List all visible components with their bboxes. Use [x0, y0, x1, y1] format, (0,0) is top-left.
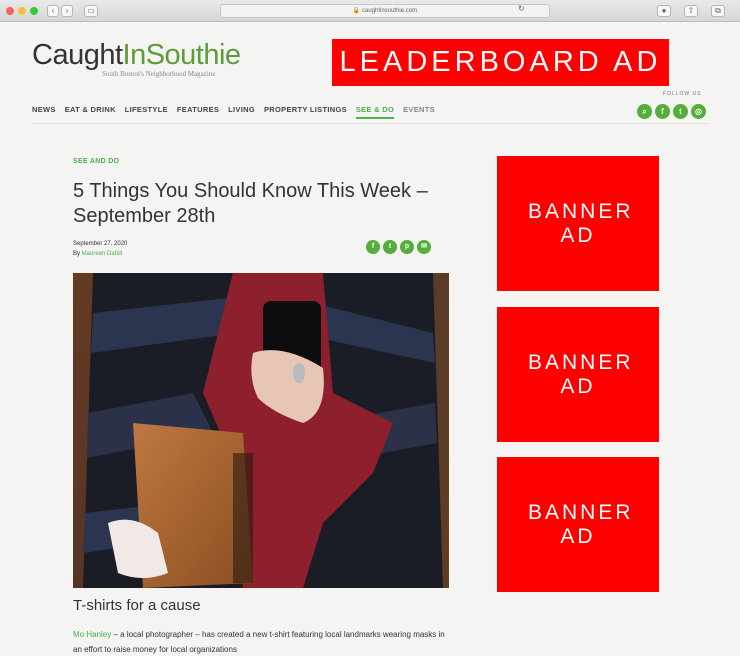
forward-button[interactable]: › [61, 5, 73, 17]
follow-us-label: FOLLOW US [663, 91, 702, 97]
nav-divider [32, 123, 708, 124]
nav-item-features[interactable]: FEATURES [177, 105, 219, 119]
email-icon[interactable]: ✉ [417, 240, 431, 254]
nav-item-living[interactable]: LIVING [228, 105, 255, 119]
address-bar[interactable]: 🔒 caughtinsouthie.com [220, 4, 550, 18]
back-button[interactable]: ‹ [47, 5, 59, 17]
main-nav: NEWS EAT & DRINK LIFESTYLE FEATURES LIVING PR… [32, 105, 632, 119]
body-link[interactable]: Mo Hanley [73, 630, 111, 639]
search-icon[interactable]: ⌕ [637, 104, 652, 119]
article-hero-image [73, 273, 449, 588]
site-page: CaughtInSouthie South Boston's Neighborh… [0, 22, 740, 656]
hero-photo [73, 273, 449, 588]
share-icon[interactable]: ⇧ [684, 5, 698, 17]
extension-icon[interactable]: ● [657, 5, 671, 17]
twitter-icon[interactable]: t [673, 104, 688, 119]
maximize-window-icon[interactable] [30, 7, 38, 15]
url-text: caughtinsouthie.com [362, 8, 418, 14]
nav-item-lifestyle[interactable]: LIFESTYLE [125, 105, 168, 119]
banner-ad-3[interactable]: BANNER AD [497, 457, 659, 592]
banner-ad-label: BANNER AD [528, 350, 634, 398]
article-date: September 27, 2020 [73, 241, 128, 247]
site-logo[interactable]: CaughtInSouthie South Boston's Neighborh… [32, 38, 241, 78]
author-link[interactable]: Maureen Dahill [82, 251, 122, 257]
logo-tagline: South Boston's Neighborhood Magazine [102, 70, 216, 78]
facebook-icon[interactable]: f [655, 104, 670, 119]
lock-icon: 🔒 [352, 8, 361, 14]
facebook-icon[interactable]: f [366, 240, 380, 254]
article-byline: By Maureen Dahill [73, 251, 122, 257]
article-title: 5 Things You Should Know This Week – Sep… [73, 180, 428, 227]
banner-ad-label: BANNER AD [528, 199, 634, 247]
nav-item-events[interactable]: EVENTS [403, 105, 435, 119]
browser-toolbar: ‹ › ▭ ≡ 🔒 caughtinsouthie.com ↻ ● ⇧ ⧉ [0, 0, 740, 22]
nav-item-news[interactable]: NEWS [32, 105, 56, 119]
minimize-window-icon[interactable] [18, 7, 26, 15]
article-body: Mo Hanley – a local photographer – has c… [73, 627, 453, 656]
sidebar-icon[interactable]: ▭ [84, 5, 98, 17]
body-text: – a local photographer – has created a n… [73, 630, 445, 654]
logo-wordmark: CaughtInSouthie [32, 39, 241, 71]
leaderboard-ad[interactable]: LEADERBOARD AD [332, 39, 669, 86]
share-icons: f t p ✉ [366, 240, 431, 254]
banner-ad-2[interactable]: BANNER AD [497, 307, 659, 442]
article-category[interactable]: SEE AND DO [73, 158, 119, 165]
banner-ad-label: BANNER AD [528, 500, 634, 548]
close-window-icon[interactable] [6, 7, 14, 15]
instagram-icon[interactable]: ◎ [691, 104, 706, 119]
twitter-icon[interactable]: t [383, 240, 397, 254]
header-social-icons: ⌕ f t ◎ [637, 104, 706, 119]
nav-item-property-listings[interactable]: PROPERTY LISTINGS [264, 105, 347, 119]
banner-ad-1[interactable]: BANNER AD [497, 156, 659, 291]
nav-item-eat-drink[interactable]: EAT & DRINK [65, 105, 116, 119]
article-subheading: T-shirts for a cause [73, 597, 201, 614]
nav-item-see-do[interactable]: SEE & DO [355, 105, 395, 119]
pinterest-icon[interactable]: p [400, 240, 414, 254]
byline-prefix: By [73, 251, 81, 257]
tabs-icon[interactable]: ⧉ [711, 5, 725, 17]
